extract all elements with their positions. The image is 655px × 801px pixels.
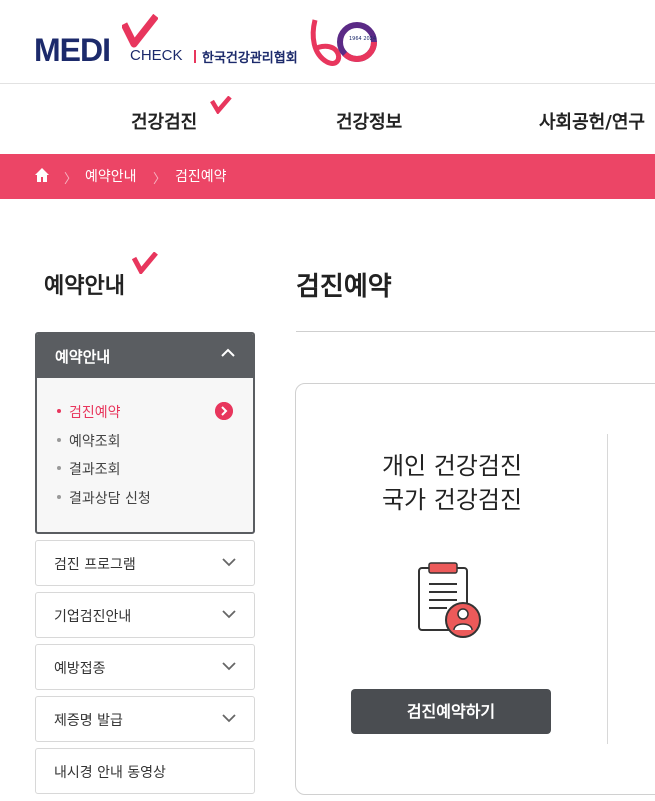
- sidebar-group-certificate[interactable]: 제증명 발급: [35, 696, 255, 742]
- gnb-check-mark-icon: [210, 96, 232, 114]
- sidebar-group-vaccination[interactable]: 예방접종: [35, 644, 255, 690]
- sidebar-group-label: 예약안내: [55, 348, 111, 366]
- gnb-item-health-checkup[interactable]: 건강검진: [131, 108, 197, 134]
- logo-check-text: CHECK: [130, 47, 183, 64]
- anniversary-60-icon: 1964 2024: [310, 19, 377, 66]
- chevron-down-icon: [222, 714, 236, 723]
- chevron-down-icon: [222, 610, 236, 619]
- sidebar-group-corporate-checkup[interactable]: 기업검진안내: [35, 592, 255, 638]
- gnb-item-health-info[interactable]: 건강정보: [336, 108, 402, 134]
- bullet-icon: [57, 495, 61, 499]
- checkup-card: 개인 건강검진 국가 건강검진 검진예약하기: [295, 383, 655, 795]
- breadcrumb: 〉 예약안내 〉 검진예약: [0, 154, 655, 199]
- chevron-down-icon: [222, 558, 236, 567]
- title-divider: [296, 331, 655, 332]
- sidebar-subitem-label: 결과상담 신청: [69, 491, 151, 507]
- sidebar-group-label: 기업검진안내: [54, 609, 132, 625]
- logo-org-name: 한국건강관리협회: [202, 51, 298, 66]
- sidebar-title: 예약안내: [44, 274, 125, 299]
- breadcrumb-separator-icon: 〉: [64, 172, 78, 187]
- sidebar-group-label: 내시경 안내 동영상: [54, 765, 166, 781]
- logo-medi-text: MEDI: [34, 32, 111, 68]
- chevron-down-icon: [222, 662, 236, 671]
- sidebar-group-endoscopy-video[interactable]: 내시경 안내 동영상: [35, 748, 255, 794]
- breadcrumb-separator-icon: 〉: [153, 172, 167, 187]
- sidebar-subitem-label: 결과조회: [69, 462, 121, 478]
- sidebar-subitem-reservation-lookup[interactable]: 예약조회: [57, 431, 121, 451]
- card-title-line1: 개인 건강검진: [381, 452, 523, 480]
- sidebar-subitem-checkup-reservation[interactable]: 검진예약: [57, 402, 121, 422]
- site-header: MEDI CHECK 한국건강관리협회 1964 2024: [0, 0, 655, 84]
- bullet-icon: [57, 409, 61, 413]
- anniversary-years-text: 1964 2024: [349, 36, 376, 42]
- main-navigation: 건강검진 건강정보 사회공헌/연구: [0, 84, 655, 154]
- sidebar-group-label: 검진 프로그램: [54, 557, 136, 573]
- sidebar-group-label: 예방접종: [54, 661, 106, 677]
- sidebar-group-header[interactable]: 예약안내: [37, 334, 253, 378]
- sidebar-subitem-result-consult[interactable]: 결과상담 신청: [57, 488, 151, 508]
- sidebar-subitem-result-lookup[interactable]: 결과조회: [57, 459, 121, 479]
- sidebar-group-reservation-expanded: 예약안내 검진예약 예약조회 결과조회 결과상담 신청: [35, 332, 255, 534]
- bullet-icon: [57, 466, 61, 470]
- arrow-right-circle-icon[interactable]: [215, 402, 233, 420]
- clipboard-user-icon: [418, 562, 481, 638]
- logo-divider: [194, 50, 196, 63]
- breadcrumb-item-reservation-guide[interactable]: 예약안내: [85, 166, 137, 186]
- gnb-item-social-research[interactable]: 사회공헌/연구: [539, 108, 645, 134]
- chevron-up-icon: [221, 348, 235, 357]
- home-icon[interactable]: [34, 167, 50, 183]
- sidebar-group-label: 제증명 발급: [54, 713, 123, 729]
- logo-check-mark-icon: [122, 14, 158, 48]
- sidebar-group-checkup-program[interactable]: 검진 프로그램: [35, 540, 255, 586]
- checkup-reserve-button[interactable]: 검진예약하기: [351, 689, 551, 734]
- sidebar-title-check-mark-icon: [132, 252, 158, 274]
- bullet-icon: [57, 438, 61, 442]
- page-title: 검진예약: [296, 272, 392, 302]
- card-title-line2: 국가 건강검진: [381, 486, 523, 514]
- sidebar-subitem-label: 검진예약: [69, 405, 121, 421]
- sidebar-subitem-label: 예약조회: [69, 434, 121, 450]
- breadcrumb-item-checkup-reservation[interactable]: 검진예약: [175, 166, 227, 186]
